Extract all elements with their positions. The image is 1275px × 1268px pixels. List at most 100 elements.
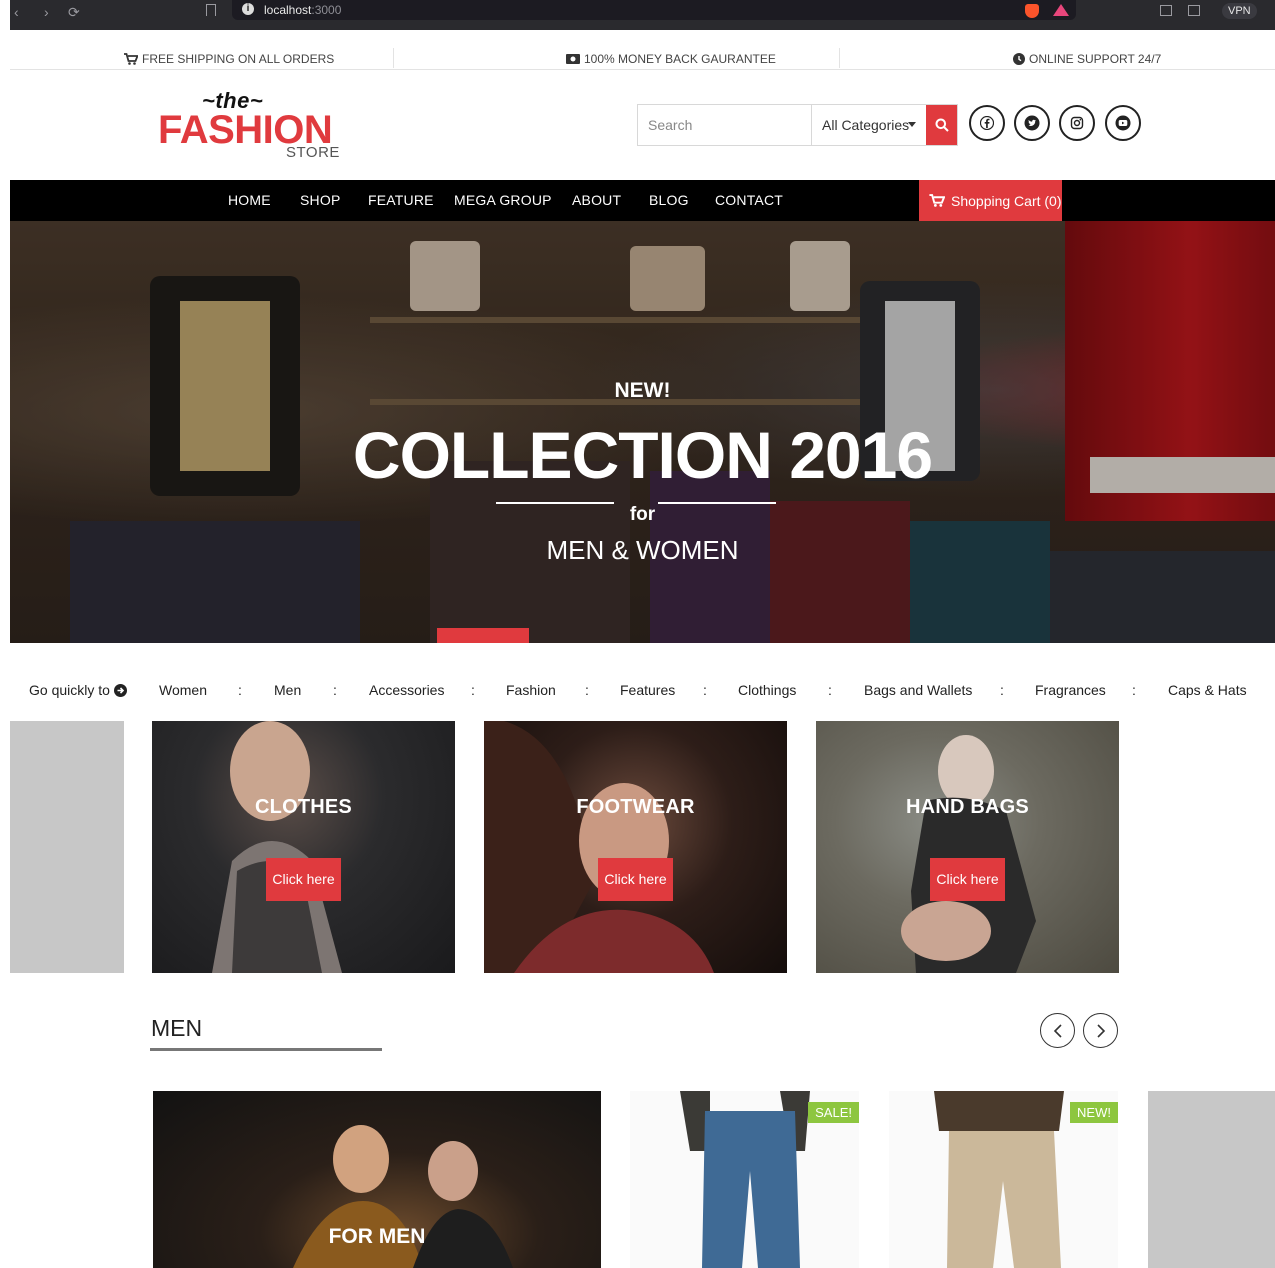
quick-link-fragrances[interactable]: Fragrances	[1035, 682, 1106, 698]
section-underline	[150, 1048, 382, 1051]
hero-audience: MEN & WOMEN	[546, 535, 739, 565]
footwear-photo	[484, 721, 714, 973]
vpn-button[interactable]: VPN	[1222, 3, 1257, 19]
youtube-icon[interactable]	[1105, 105, 1141, 141]
quick-nav-lead: Go quickly to	[29, 682, 127, 698]
quick-nav: Go quickly to Women : Men : Accessories …	[10, 682, 1275, 702]
quick-separator: :	[1132, 682, 1136, 698]
brave-shield-icon[interactable]	[1025, 4, 1039, 18]
support-info: ONLINE SUPPORT 24/7	[1013, 52, 1161, 66]
click-here-button[interactable]: Click here	[930, 858, 1005, 901]
arrow-right-circle-icon	[113, 683, 127, 697]
quick-separator: :	[585, 682, 589, 698]
divider	[393, 48, 394, 68]
category-label: CLOTHES	[255, 796, 352, 818]
shopping-cart-label: Shopping Cart (0)	[951, 192, 1062, 209]
search-icon	[935, 118, 949, 132]
section-title: MEN	[151, 1015, 203, 1041]
search-button[interactable]	[926, 105, 957, 145]
nav-shop[interactable]: SHOP	[300, 192, 340, 208]
hand-bags-photo	[901, 735, 1036, 973]
hero-title: COLLECTION 2016	[352, 418, 933, 492]
nav-home[interactable]: HOME	[228, 192, 271, 208]
hero-banner: NEW! COLLECTION 2016 for MEN & WOMEN	[10, 221, 1275, 643]
nav-blog[interactable]: BLOG	[649, 192, 689, 208]
quick-separator: :	[828, 682, 832, 698]
url-text[interactable]: localhost:3000	[264, 3, 341, 17]
reload-icon[interactable]: ⟳	[68, 4, 80, 21]
category-card-hand-bags[interactable]: HAND BAGS Click here	[816, 721, 1119, 973]
hero-kicker: NEW!	[614, 379, 671, 402]
money-back-text: 100% MONEY BACK GAURANTEE	[584, 52, 776, 66]
quick-link-features[interactable]: Features	[620, 682, 675, 698]
address-bar[interactable]	[232, 0, 1076, 20]
shopping-cart-button[interactable]: Shopping Cart (0)	[919, 180, 1062, 221]
category-select-label: All Categories	[822, 117, 910, 133]
product-card-chinos[interactable]: NEW!	[889, 1091, 1118, 1268]
nav-contact[interactable]: CONTACT	[715, 192, 783, 208]
sidebar-icon[interactable]	[1160, 5, 1172, 16]
search-input[interactable]	[638, 105, 811, 145]
info-bar: FREE SHIPPING ON ALL ORDERS 100% MONEY B…	[10, 44, 1275, 70]
category-select[interactable]: All Categories	[811, 105, 926, 145]
instagram-icon[interactable]	[1059, 105, 1095, 141]
forward-icon[interactable]: ›	[44, 4, 49, 20]
product-card-jeans[interactable]: SALE!	[630, 1091, 859, 1268]
money-icon	[566, 54, 580, 64]
cart-icon	[124, 53, 138, 65]
click-here-button[interactable]: Click here	[266, 858, 341, 901]
carousel-placeholder-left	[10, 721, 124, 973]
quick-nav-lead-label: Go quickly to	[29, 682, 110, 698]
shipping-info: FREE SHIPPING ON ALL ORDERS	[124, 52, 334, 66]
category-card-clothes[interactable]: CLOTHES Click here	[152, 721, 455, 973]
carousel-next-button[interactable]	[1083, 1013, 1118, 1048]
quick-link-clothings[interactable]: Clothings	[738, 682, 796, 698]
money-back-info: 100% MONEY BACK GAURANTEE	[566, 52, 776, 66]
clock-icon	[1013, 53, 1025, 65]
cart-icon	[929, 194, 945, 207]
nav-about[interactable]: ABOUT	[572, 192, 621, 208]
hero-for: for	[629, 504, 656, 525]
quick-link-fashion[interactable]: Fashion	[506, 682, 556, 698]
support-text: ONLINE SUPPORT 24/7	[1029, 52, 1162, 66]
quick-link-accessories[interactable]: Accessories	[369, 682, 444, 698]
quick-separator: :	[238, 682, 242, 698]
search-bar: All Categories	[637, 104, 958, 146]
twitter-icon[interactable]	[1014, 105, 1050, 141]
divider	[839, 48, 840, 68]
chevron-right-icon	[1096, 1023, 1105, 1038]
logo-store: STORE	[286, 144, 340, 161]
carousel-placeholder-right	[1148, 1091, 1275, 1268]
main-nav: HOME SHOP FEATURE MEGA GROUP ABOUT BLOG …	[10, 180, 1275, 221]
quick-link-caps-and-hats[interactable]: Caps & Hats	[1168, 682, 1247, 698]
bookmark-icon[interactable]	[206, 4, 216, 16]
sale-badge: SALE!	[808, 1102, 859, 1123]
wallet-icon[interactable]	[1188, 5, 1200, 16]
hero-red-tab	[437, 628, 529, 643]
back-icon[interactable]: ‹	[14, 4, 19, 20]
chevron-left-icon	[1053, 1023, 1062, 1038]
browser-toolbar: ‹ › ⟳ i localhost:3000 VPN	[10, 0, 1275, 30]
carousel-prev-button[interactable]	[1040, 1013, 1075, 1048]
store-logo[interactable]: ~the~ FASHION STORE	[158, 86, 342, 164]
nav-feature[interactable]: FEATURE	[368, 192, 434, 208]
click-here-button[interactable]: Click here	[598, 858, 673, 901]
shipping-text: FREE SHIPPING ON ALL ORDERS	[142, 52, 335, 66]
rewards-icon[interactable]	[1053, 4, 1069, 16]
quick-link-women[interactable]: Women	[159, 682, 207, 698]
new-badge: NEW!	[1070, 1102, 1118, 1123]
for-men-banner[interactable]: FOR MEN	[153, 1091, 601, 1268]
category-card-footwear[interactable]: FOOTWEAR Click here	[484, 721, 787, 973]
quick-link-bags-and-wallets[interactable]: Bags and Wallets	[864, 682, 972, 698]
for-men-label: FOR MEN	[328, 1225, 426, 1248]
caret-down-icon	[908, 122, 917, 127]
quick-link-men[interactable]: Men	[274, 682, 301, 698]
quick-separator: :	[333, 682, 337, 698]
site-info-icon[interactable]: i	[242, 3, 254, 15]
nav-mega-group[interactable]: MEGA GROUP	[454, 192, 552, 208]
facebook-icon[interactable]	[969, 105, 1005, 141]
quick-separator: :	[703, 682, 707, 698]
quick-separator: :	[1000, 682, 1004, 698]
category-label: FOOTWEAR	[576, 796, 695, 818]
category-label: HAND BAGS	[906, 796, 1029, 818]
